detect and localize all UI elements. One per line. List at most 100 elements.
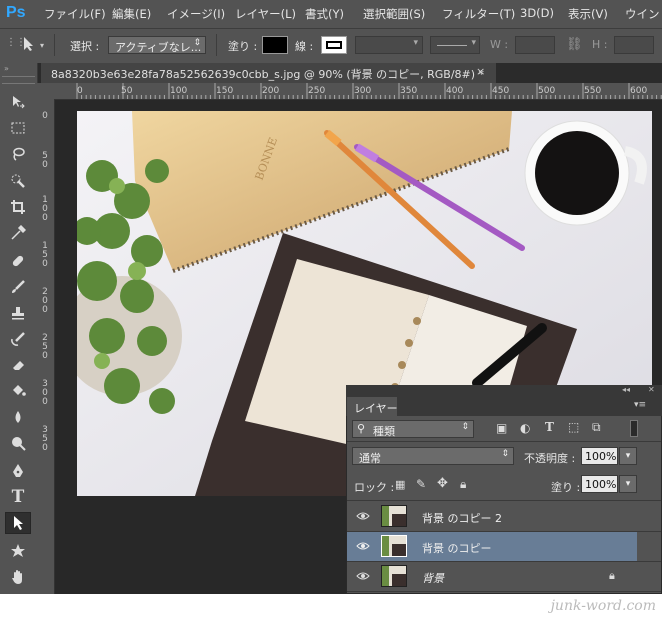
hand-tool-icon[interactable] xyxy=(5,566,31,588)
layer-row-selected[interactable]: 背景 のコピー xyxy=(347,532,637,561)
opacity-field[interactable]: 100% xyxy=(581,447,618,465)
select-dropdown-value: アクティブなレ... xyxy=(115,41,202,54)
ruler-h-tick: 350 xyxy=(400,86,418,96)
close-panel-icon[interactable]: ✕ xyxy=(648,385,655,394)
smart-object-filter-icon[interactable]: ⧉ xyxy=(592,420,601,435)
ruler-h-tick: 50 xyxy=(121,86,133,96)
ruler-h-tick: 300 xyxy=(354,86,372,96)
layer-thumbnail xyxy=(381,565,407,587)
type-tool-icon[interactable]: T xyxy=(5,486,31,508)
collapse-icon[interactable]: » xyxy=(4,64,9,73)
lock-label: ロック : xyxy=(354,481,395,494)
layer-row[interactable]: 背景 🔒︎ xyxy=(347,562,637,591)
filter-kind-value: 種類 xyxy=(373,425,395,438)
ruler-v-tick: 0 xyxy=(42,111,48,121)
move-tool-icon[interactable] xyxy=(5,91,31,113)
ruler-h-tick: 550 xyxy=(584,86,602,96)
type-layer-filter-icon[interactable]: T xyxy=(545,420,554,434)
pen-tool-icon[interactable] xyxy=(5,460,31,482)
path-selection-tool-icon[interactable] xyxy=(22,36,36,55)
fill-label: 塗り : xyxy=(228,40,258,53)
menu-layer[interactable]: レイヤー(L) xyxy=(235,6,296,22)
lasso-tool-icon[interactable] xyxy=(5,143,31,165)
pixel-layer-filter-icon[interactable]: ▣ xyxy=(496,421,507,435)
lock-icon: 🔒︎ xyxy=(609,569,615,582)
opacity-label: 不透明度 : xyxy=(524,452,576,465)
adjustment-layer-filter-icon[interactable]: ◐ xyxy=(520,421,530,435)
filter-toggle-switch[interactable] xyxy=(630,420,638,437)
paint-bucket-tool-icon[interactable] xyxy=(5,380,31,402)
h-label: H : xyxy=(592,38,608,51)
fill-slider-button[interactable]: ▾ xyxy=(619,475,637,493)
layer-name: 背景 のコピー 2 xyxy=(422,512,502,525)
ruler-v-tick: 0 xyxy=(42,259,48,269)
ruler-h-tick: 100 xyxy=(170,86,188,96)
ruler-h-tick: 400 xyxy=(446,86,464,96)
marquee-tool-icon[interactable] xyxy=(5,117,31,139)
photoshop-logo: Ps xyxy=(6,4,26,21)
stroke-type-dropdown[interactable]: ▾ xyxy=(430,36,480,54)
ruler-v-tick: 0 xyxy=(42,213,48,223)
menu-window[interactable]: ウインド xyxy=(625,6,662,22)
layers-panel-titlebar xyxy=(346,385,662,397)
ruler-h-tick: 200 xyxy=(262,86,280,96)
stroke-swatch[interactable] xyxy=(321,36,347,54)
fill-swatch[interactable] xyxy=(262,36,288,54)
chevron-down-icon: ▾ xyxy=(413,38,418,48)
history-brush-tool-icon[interactable] xyxy=(5,328,31,350)
height-field[interactable] xyxy=(614,36,654,54)
menu-type[interactable]: 書式(Y) xyxy=(305,6,344,22)
custom-shape-tool-icon[interactable] xyxy=(5,540,31,562)
fill-opacity-value: 100% xyxy=(585,478,617,491)
close-icon[interactable]: × xyxy=(476,65,485,78)
select-dropdown[interactable]: アクティブなレ... ⇕ xyxy=(108,36,206,54)
menu-image[interactable]: イメージ(I) xyxy=(167,6,225,22)
lock-transparent-pixels-icon[interactable]: ▦ xyxy=(395,478,405,491)
dodge-tool-icon[interactable] xyxy=(5,432,31,454)
eyedropper-tool-icon[interactable] xyxy=(5,222,31,244)
width-field[interactable] xyxy=(515,36,555,54)
menu-filter[interactable]: フィルター(T) xyxy=(442,6,515,22)
shape-layer-filter-icon[interactable]: ⬚ xyxy=(568,420,579,434)
menu-edit[interactable]: 編集(E) xyxy=(112,6,151,22)
menu-file[interactable]: ファイル(F) xyxy=(44,6,106,22)
ruler-v-tick: 0 xyxy=(42,397,48,407)
quick-selection-tool-icon[interactable] xyxy=(5,170,31,192)
layer-row[interactable]: 背景 のコピー 2 xyxy=(347,502,637,531)
blend-mode-dropdown[interactable]: 通常 ⇕ xyxy=(352,447,514,465)
document-tab-title: 8a8320b3e63e28fa78a52562639c0cbb_s.jpg @… xyxy=(51,68,485,81)
lock-image-pixels-icon[interactable]: ✎ xyxy=(416,477,426,491)
visibility-eye-icon[interactable] xyxy=(356,541,370,551)
path-selection-tool-button[interactable] xyxy=(5,512,31,534)
link-icon[interactable]: ⛓ xyxy=(566,37,583,52)
blur-tool-icon[interactable] xyxy=(5,406,31,428)
menu-3d[interactable]: 3D(D) xyxy=(520,6,554,20)
menu-view[interactable]: 表示(V) xyxy=(568,6,608,22)
lock-all-icon[interactable]: 🔒︎ xyxy=(460,477,466,492)
healing-brush-tool-icon[interactable] xyxy=(5,250,31,272)
panel-grip xyxy=(2,76,35,84)
fill-opacity-label: 塗り : xyxy=(551,481,581,494)
chevron-updown-icon: ⇕ xyxy=(461,422,469,432)
opacity-slider-button[interactable]: ▾ xyxy=(619,447,637,465)
lock-position-icon[interactable]: ✥ xyxy=(437,476,448,491)
eraser-tool-icon[interactable] xyxy=(5,354,31,376)
select-label: 選択 : xyxy=(70,40,100,53)
panel-menu-icon[interactable]: ▾≡ xyxy=(634,400,646,410)
brush-tool-icon[interactable] xyxy=(5,276,31,298)
clone-stamp-tool-icon[interactable] xyxy=(5,302,31,324)
layer-name: 背景 xyxy=(422,572,444,585)
w-label: W : xyxy=(490,38,509,51)
fill-opacity-field[interactable]: 100% xyxy=(581,475,618,493)
search-icon: ⚲ xyxy=(357,422,366,435)
stroke-width-field[interactable]: ▾ xyxy=(355,36,423,54)
collapse-panel-icon[interactable]: ◂◂ xyxy=(622,385,630,394)
menu-select[interactable]: 選択範囲(S) xyxy=(363,6,425,22)
layers-tab-label: レイヤー xyxy=(354,402,398,415)
layer-filter-dropdown[interactable]: ⚲ 種類 ⇕ xyxy=(352,420,474,438)
visibility-eye-icon[interactable] xyxy=(356,571,370,581)
stroke-label: 線 : xyxy=(295,40,314,53)
tool-preset-dropdown-icon[interactable]: ▾ xyxy=(40,41,44,50)
crop-tool-icon[interactable] xyxy=(5,196,31,218)
visibility-eye-icon[interactable] xyxy=(356,511,370,521)
